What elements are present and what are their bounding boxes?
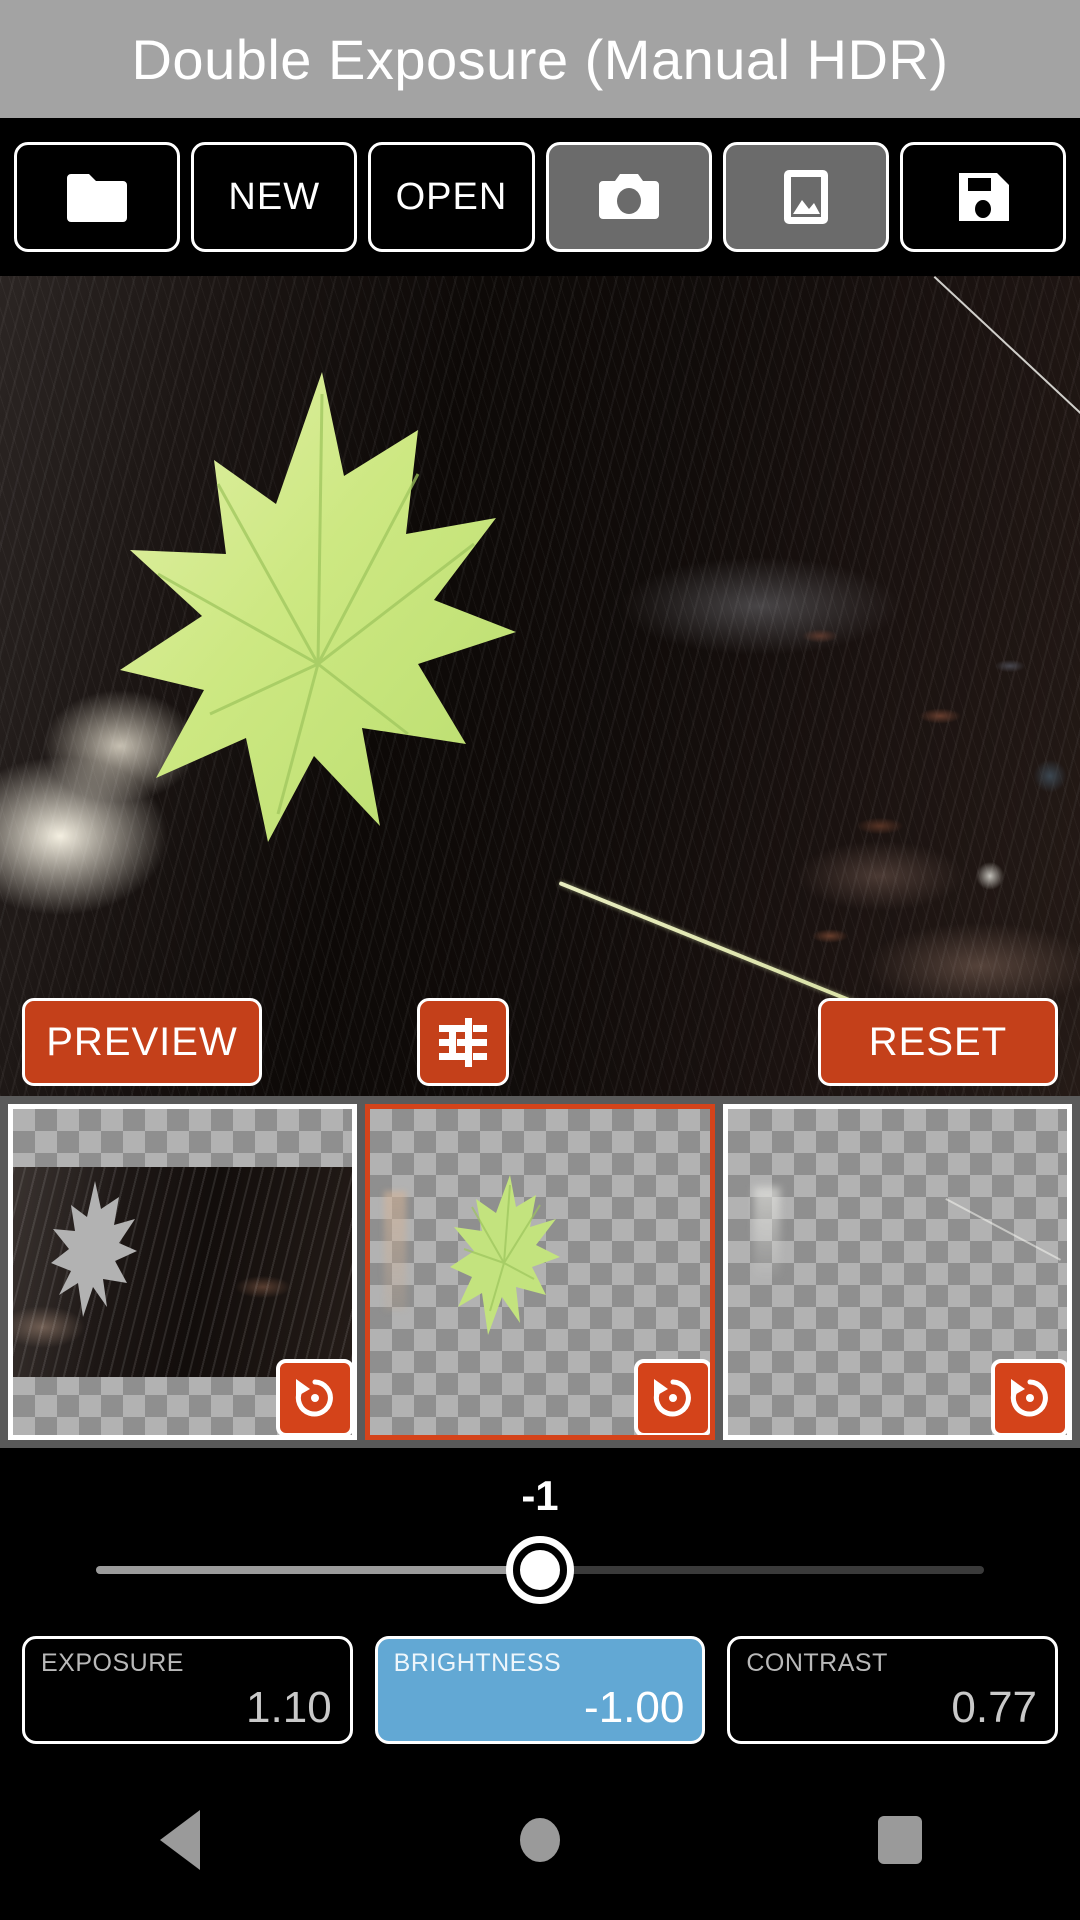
- canvas-action-row: PREVIEW RESET: [0, 996, 1080, 1088]
- recents-square-icon: [878, 1816, 922, 1864]
- camera-button[interactable]: [545, 142, 712, 252]
- revert-icon: [1007, 1375, 1053, 1421]
- slider-track[interactable]: [96, 1536, 984, 1604]
- layer-revert-button[interactable]: [990, 1359, 1067, 1435]
- slider-thumb[interactable]: [506, 1536, 574, 1604]
- param-exposure[interactable]: EXPOSURE 1.10: [22, 1636, 353, 1744]
- image-canvas[interactable]: PREVIEW RESET: [0, 276, 1080, 1096]
- param-contrast-value: 0.77: [951, 1683, 1038, 1732]
- reset-button-label: RESET: [868, 1019, 1008, 1064]
- param-contrast[interactable]: CONTRAST 0.77: [727, 1636, 1059, 1744]
- param-exposure-label: EXPOSURE: [41, 1649, 184, 1677]
- camera-icon: [598, 171, 660, 223]
- home-circle-icon: [520, 1818, 560, 1862]
- preview-button-label: PREVIEW: [46, 1019, 238, 1064]
- back-triangle-icon: [160, 1810, 200, 1870]
- parameter-row: EXPOSURE 1.10 BRIGHTNESS -1.00 CONTRAST …: [0, 1620, 1080, 1760]
- nav-home-button[interactable]: [480, 1780, 600, 1900]
- param-brightness-value: -1.00: [584, 1683, 685, 1732]
- slider-fill: [96, 1566, 540, 1574]
- app-root: Double Exposure (Manual HDR) NEW OPEN PR…: [0, 0, 1080, 1920]
- param-brightness[interactable]: BRIGHTNESS -1.00: [374, 1636, 706, 1744]
- new-button-label: NEW: [228, 175, 321, 218]
- reset-button[interactable]: RESET: [817, 998, 1058, 1086]
- folder-icon: [65, 172, 129, 222]
- param-brightness-label: BRIGHTNESS: [393, 1649, 562, 1677]
- revert-icon: [292, 1375, 338, 1421]
- layer-thumb-empty[interactable]: [722, 1104, 1072, 1440]
- maple-leaf: [118, 364, 518, 924]
- new-button[interactable]: NEW: [191, 142, 358, 252]
- folder-button[interactable]: [14, 142, 181, 252]
- open-button[interactable]: OPEN: [368, 142, 535, 252]
- open-button-label: OPEN: [395, 175, 508, 218]
- slider-value-label: -1: [521, 1472, 559, 1519]
- android-nav-bar: [0, 1760, 1080, 1920]
- nav-back-button[interactable]: [120, 1780, 240, 1900]
- layers-strip: [0, 1096, 1080, 1448]
- slider-section: -1: [0, 1448, 1080, 1620]
- preview-button[interactable]: PREVIEW: [22, 998, 262, 1086]
- toolbar: NEW OPEN: [0, 118, 1080, 276]
- page-title: Double Exposure (Manual HDR): [131, 27, 949, 91]
- save-button[interactable]: [899, 142, 1067, 252]
- param-exposure-value: 1.10: [246, 1683, 332, 1732]
- layer-thumb-leaf[interactable]: [365, 1104, 715, 1440]
- tune-button[interactable]: [416, 998, 509, 1086]
- floppy-disk-icon: [955, 169, 1011, 225]
- image-icon: [781, 168, 831, 226]
- param-contrast-label: CONTRAST: [746, 1649, 888, 1677]
- layer-revert-button[interactable]: [276, 1359, 353, 1435]
- tune-sliders-icon: [435, 1014, 491, 1070]
- nav-recents-button[interactable]: [840, 1780, 960, 1900]
- layer-thumb-background[interactable]: [8, 1104, 358, 1440]
- gallery-button[interactable]: [722, 142, 889, 252]
- title-bar: Double Exposure (Manual HDR): [0, 0, 1080, 118]
- revert-icon: [650, 1375, 696, 1421]
- layer-revert-button[interactable]: [633, 1359, 710, 1435]
- composite-photo: [0, 276, 1080, 1096]
